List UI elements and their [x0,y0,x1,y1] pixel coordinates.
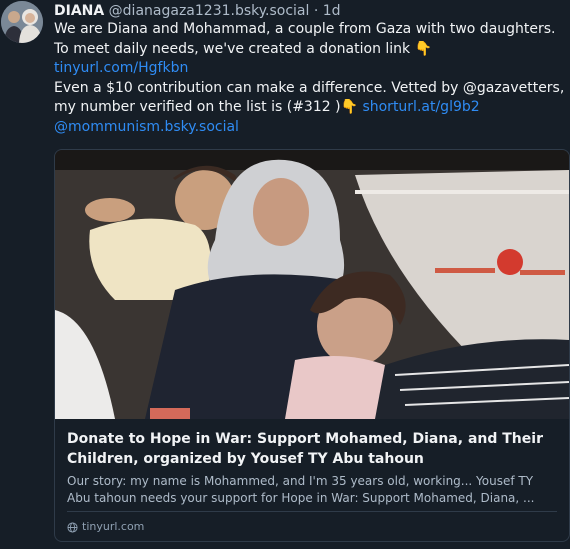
card-title[interactable]: Donate to Hope in War: Support Mohamed, … [67,429,557,469]
shorturl-link[interactable]: shorturl.at/gl9b2 [362,99,479,115]
post-text-line2: Even a $10 contribution can make a diffe… [54,79,565,116]
donation-link[interactable]: tinyurl.com/Hgfkbn [54,60,188,76]
post-timestamp[interactable]: 1d [323,3,341,19]
pointing-down-icon: 👇 [340,99,358,115]
author-handle[interactable]: @dianagaza1231.bsky.social [109,3,310,19]
pointing-down-icon: 👇 [414,40,433,57]
post-text: We are Diana and Mohammad, a couple from… [54,20,566,137]
card-description: Our story: my name is Mohammed, and I'm … [67,474,535,505]
globe-icon [67,521,78,533]
author-name[interactable]: DIANA [54,3,104,19]
link-card[interactable]: Donate to Hope in War: Support Mohamed, … [54,149,570,542]
card-domain: tinyurl.com [67,519,144,535]
avatar-image [1,1,43,43]
mention-link[interactable]: @mommunism.bsky.social [54,119,239,135]
avatar[interactable] [1,1,43,43]
card-image[interactable] [55,150,569,419]
post-header: DIANA @dianagaza1231.bsky.social · 1d [54,1,564,21]
post: DIANA @dianagaza1231.bsky.social · 1d We… [0,0,570,549]
card-domain-text: tinyurl.com [82,520,145,533]
card-divider [67,511,557,512]
post-text-line1: We are Diana and Mohammad, a couple from… [54,21,556,57]
header-separator: · [313,3,319,19]
